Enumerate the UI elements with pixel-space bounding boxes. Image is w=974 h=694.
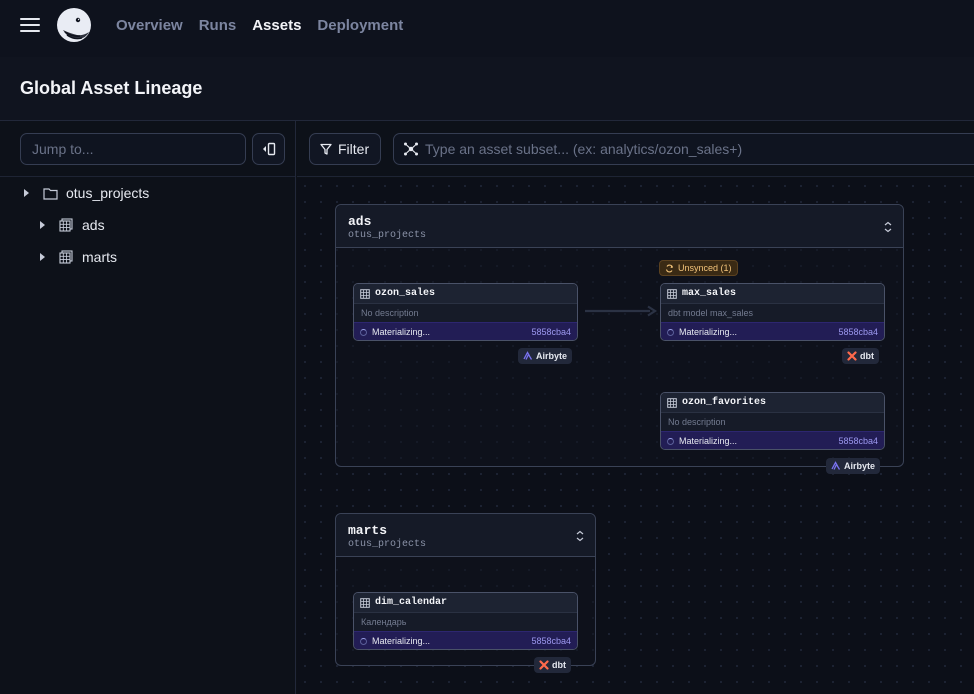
tree-item-label: ads: [82, 217, 105, 233]
run-id-link[interactable]: 5858cba4: [838, 436, 878, 446]
filter-button[interactable]: Filter: [309, 133, 381, 165]
page-header: Global Asset Lineage: [0, 57, 974, 121]
asset-graph-canvas[interactable]: ads otus_projects ozon_sales No descript…: [297, 178, 974, 694]
asset-node-dim-calendar[interactable]: dim_calendar Календарь Materializing... …: [353, 592, 578, 650]
menu-icon[interactable]: [20, 17, 40, 33]
node-header: max_sales: [661, 284, 884, 303]
graph-toolbar: Filter Type an asset subset... (ex: anal…: [297, 121, 974, 177]
tree-item-label: marts: [82, 249, 117, 265]
dbt-icon: [847, 351, 857, 361]
tag-label: dbt: [860, 351, 874, 361]
sidebar-search-bar: [0, 121, 295, 177]
tree-item-marts[interactable]: marts: [40, 246, 117, 268]
run-id-link[interactable]: 5858cba4: [531, 636, 571, 646]
spinner-icon: [360, 328, 367, 336]
nav-deployment[interactable]: Deployment: [317, 17, 403, 34]
compute-kind-tag: dbt: [534, 657, 571, 673]
nav-assets[interactable]: Assets: [252, 17, 301, 34]
dagster-logo[interactable]: [55, 6, 93, 44]
asset-node-max-sales[interactable]: max_sales dbt model max_sales Materializ…: [660, 283, 885, 341]
unsynced-badge[interactable]: Unsynced (1): [659, 260, 738, 276]
asset-node-ozon-favorites[interactable]: ozon_favorites No description Materializ…: [660, 392, 885, 450]
table-icon: [360, 288, 370, 299]
run-id-link[interactable]: 5858cba4: [531, 327, 571, 337]
tag-label: dbt: [552, 660, 566, 670]
node-header: ozon_favorites: [661, 393, 884, 412]
node-name: ozon_sales: [375, 288, 436, 299]
folder-icon: [43, 187, 58, 200]
node-header: dim_calendar: [354, 593, 577, 612]
table-icon: [667, 288, 677, 299]
table-group-icon: [59, 250, 74, 264]
node-description: No description: [354, 303, 577, 322]
sync-icon: [665, 264, 674, 272]
airbyte-icon: [523, 351, 533, 360]
group-name: ads: [348, 214, 372, 229]
caret-right-icon: [24, 189, 29, 197]
collapse-sidebar-button[interactable]: [252, 133, 285, 165]
node-status: Materializing... 5858cba4: [661, 431, 884, 449]
asset-graph-icon: [404, 142, 418, 156]
page-title: Global Asset Lineage: [20, 78, 203, 98]
compute-kind-tag: Airbyte: [826, 458, 881, 474]
group-location: otus_projects: [348, 230, 427, 241]
table-icon: [360, 597, 370, 608]
node-description: dbt model max_sales: [661, 303, 884, 322]
subset-placeholder: Type an asset subset... (ex: analytics/o…: [425, 141, 743, 157]
tag-label: Airbyte: [844, 461, 876, 471]
tree-item-ads[interactable]: ads: [40, 214, 105, 236]
dbt-icon: [539, 660, 549, 670]
group-header[interactable]: marts otus_projects: [336, 514, 595, 557]
group-location: otus_projects: [348, 539, 427, 550]
node-status: Materializing... 5858cba4: [661, 322, 884, 340]
collapse-panel-icon: [262, 142, 275, 156]
spinner-icon: [667, 437, 674, 445]
node-name: max_sales: [682, 288, 737, 299]
jump-to-input[interactable]: [20, 133, 246, 165]
filter-icon: [320, 143, 332, 155]
node-status: Materializing... 5858cba4: [354, 322, 577, 340]
compute-kind-tag: dbt: [842, 348, 879, 364]
airbyte-icon: [831, 461, 841, 470]
node-description: No description: [661, 412, 884, 431]
filter-label: Filter: [338, 141, 370, 157]
tree-item-otus-projects[interactable]: otus_projects: [24, 182, 149, 204]
nav-overview[interactable]: Overview: [116, 17, 183, 34]
collapse-group-icon[interactable]: [575, 530, 585, 542]
unsynced-label: Unsynced (1): [678, 263, 732, 273]
node-header: ozon_sales: [354, 284, 577, 303]
status-text: Materializing...: [679, 327, 738, 337]
caret-right-icon: [40, 221, 45, 229]
tree-item-label: otus_projects: [66, 185, 150, 201]
spinner-icon: [667, 328, 674, 336]
node-status: Materializing... 5858cba4: [354, 631, 577, 649]
asset-node-ozon-sales[interactable]: ozon_sales No description Materializing.…: [353, 283, 578, 341]
asset-sidebar: otus_projects ads marts: [0, 121, 296, 694]
run-id-link[interactable]: 5858cba4: [838, 327, 878, 337]
collapse-group-icon[interactable]: [883, 221, 893, 233]
table-group-icon: [59, 218, 74, 232]
status-text: Materializing...: [372, 327, 431, 337]
group-name: marts: [348, 523, 388, 538]
status-text: Materializing...: [679, 436, 738, 446]
status-text: Materializing...: [372, 636, 431, 646]
tag-label: Airbyte: [536, 351, 568, 361]
caret-right-icon: [40, 253, 45, 261]
compute-kind-tag: Airbyte: [518, 348, 573, 364]
nav-runs[interactable]: Runs: [199, 17, 237, 34]
node-name: ozon_favorites: [682, 397, 767, 408]
node-name: dim_calendar: [375, 597, 448, 608]
spinner-icon: [360, 637, 367, 645]
lineage-edge: [585, 305, 658, 317]
group-header[interactable]: ads otus_projects: [336, 205, 903, 248]
table-icon: [667, 397, 677, 408]
asset-subset-input[interactable]: Type an asset subset... (ex: analytics/o…: [393, 133, 974, 165]
nav-links: Overview Runs Assets Deployment: [116, 0, 403, 50]
node-description: Календарь: [354, 612, 577, 631]
top-nav: Overview Runs Assets Deployment: [0, 0, 974, 57]
